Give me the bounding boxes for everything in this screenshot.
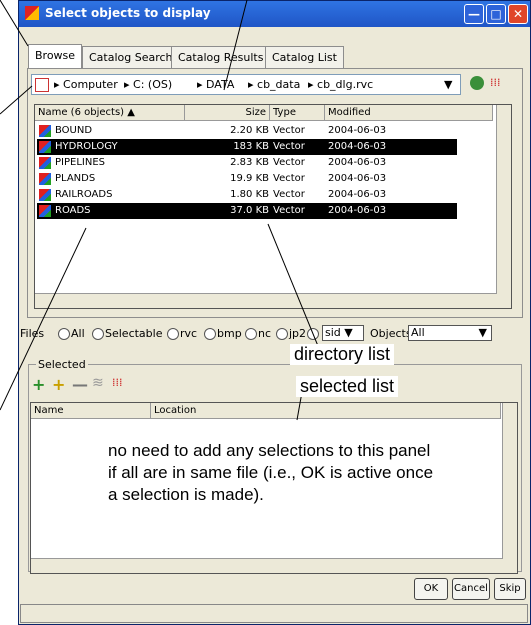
- selected-list-callout: selected list: [296, 376, 399, 397]
- callout-line-browse: [0, 85, 33, 115]
- callout-line-top: [0, 0, 29, 47]
- callout-line-roads: [0, 227, 87, 411]
- note-text: no need to add any selections to this pa…: [104, 438, 442, 508]
- callout-line-path: [223, 0, 248, 91]
- directory-list-callout: directory list: [290, 344, 395, 365]
- callout-line-directory: [267, 223, 319, 347]
- callout-lines: [0, 0, 319, 421]
